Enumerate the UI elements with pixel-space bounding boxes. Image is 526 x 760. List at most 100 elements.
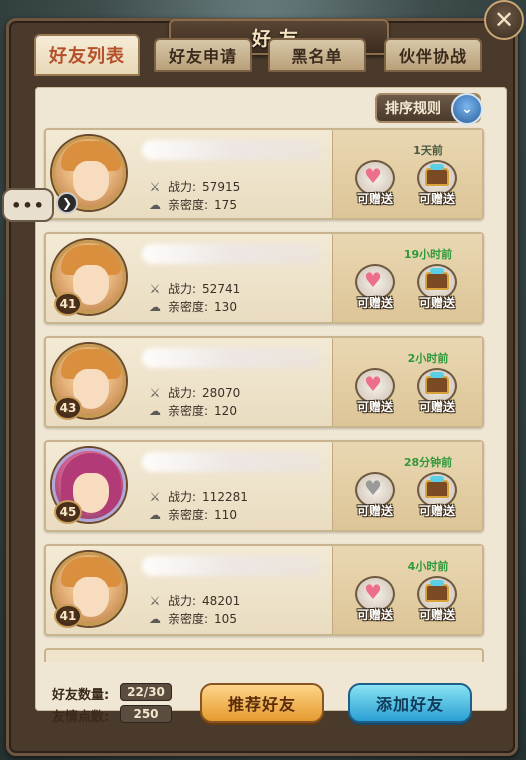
last-online: 19小时前: [403, 248, 453, 261]
friend-name-redacted: [142, 140, 322, 160]
sort-rules-button[interactable]: 排序规则 ⌄: [375, 93, 483, 125]
last-online: 4小时前: [407, 560, 449, 573]
close-button[interactable]: ✕: [484, 0, 524, 40]
tab-friend-requests[interactable]: 好友申请: [154, 38, 252, 72]
friend-count-label: 好友数量:: [52, 688, 110, 703]
treasure-chest-icon: [425, 164, 449, 186]
send-chest-button[interactable]: 可赠送: [414, 264, 460, 310]
crossed-swords-icon: ⚔: [149, 593, 161, 608]
send-chest-button[interactable]: 可赠送: [414, 368, 460, 414]
tab-label: 黑名单: [291, 47, 343, 66]
gift-label: 可赠送: [356, 504, 393, 518]
send-heart-button[interactable]: ♥ 可赠送: [352, 264, 398, 310]
intimacy-label: 亲密度:: [168, 300, 209, 314]
heart-icon: ♥: [364, 268, 382, 292]
friend-name-redacted: [142, 244, 322, 264]
friend-name-redacted: [142, 556, 322, 576]
level-badge: 43: [54, 396, 82, 420]
tab-label: 好友申请: [168, 47, 237, 66]
gift-label: 可赠送: [418, 296, 455, 310]
chevron-right-icon[interactable]: ❯: [56, 192, 78, 214]
power-label: 战力:: [168, 386, 197, 400]
tab-partner-assist[interactable]: 伙伴协战: [384, 38, 482, 72]
tab-friend-list[interactable]: 好友列表: [34, 34, 140, 76]
power-value: 48201: [202, 593, 241, 608]
intimacy-value: 175: [214, 197, 237, 212]
intimacy-label: 亲密度:: [168, 404, 209, 418]
intimacy-label: 亲密度:: [168, 612, 209, 626]
friend-row-5[interactable]: 41 ⚔ 战力: 48201 ☁ 亲密度: 105 4小时前 ♥ 可赠送 可赠送: [44, 544, 484, 636]
intimacy-stat: ☁ 亲密度: 105: [148, 610, 237, 627]
intimacy-value: 105: [214, 611, 237, 626]
last-online: 1天前: [413, 144, 443, 157]
power-value: 112281: [202, 489, 248, 504]
cloud-icon: ☁: [149, 611, 161, 626]
crossed-swords-icon: ⚔: [149, 179, 161, 194]
send-heart-button[interactable]: ♥ 可赠送: [352, 472, 398, 518]
friendship-points-label: 友情点数:: [52, 710, 110, 725]
power-stat: ⚔ 战力: 57915: [148, 178, 241, 195]
power-value: 52741: [202, 281, 241, 296]
add-friend-button[interactable]: 添加好友: [348, 683, 472, 723]
heart-icon: ♥: [364, 580, 382, 604]
tab-label: 伙伴协战: [398, 47, 467, 66]
intimacy-value: 110: [214, 507, 237, 522]
intimacy-stat: ☁ 亲密度: 110: [148, 506, 237, 523]
gift-label: 可赠送: [418, 400, 455, 414]
send-chest-button[interactable]: 可赠送: [414, 160, 460, 206]
tab-blacklist[interactable]: 黑名单: [268, 38, 366, 72]
send-chest-button[interactable]: 可赠送: [414, 576, 460, 622]
close-icon: ✕: [493, 6, 515, 34]
intimacy-label: 亲密度:: [168, 508, 209, 522]
send-heart-button[interactable]: ♥ 可赠送: [352, 576, 398, 622]
friend-row-partial: [44, 648, 484, 662]
heart-icon: ♥: [364, 164, 382, 188]
cloud-icon: ☁: [149, 507, 161, 522]
gift-label: 可赠送: [356, 608, 393, 622]
power-label: 战力:: [168, 282, 197, 296]
crossed-swords-icon: ⚔: [149, 281, 161, 296]
button-label: 添加好友: [375, 695, 444, 714]
power-stat: ⚔ 战力: 48201: [148, 592, 241, 609]
sort-label: 排序规则: [385, 101, 441, 117]
friend-row-4[interactable]: 45 ⚔ 战力: 112281 ☁ 亲密度: 110 28分钟前 ♥ 可赠送 可…: [44, 440, 484, 532]
power-stat: ⚔ 战力: 112281: [148, 488, 248, 505]
treasure-chest-icon: [425, 372, 449, 394]
friend-row-3[interactable]: 43 ⚔ 战力: 28070 ☁ 亲密度: 120 2小时前 ♥ 可赠送 可赠送: [44, 336, 484, 428]
button-label: 推荐好友: [227, 695, 296, 714]
power-stat: ⚔ 战力: 52741: [148, 280, 241, 297]
chevron-down-icon: ⌄: [451, 93, 483, 125]
gift-label: 可赠送: [356, 400, 393, 414]
intimacy-stat: ☁ 亲密度: 120: [148, 402, 237, 419]
heart-icon: ♥: [364, 372, 382, 396]
friend-name-redacted: [142, 348, 322, 368]
crossed-swords-icon: ⚔: [149, 385, 161, 400]
power-value: 57915: [202, 179, 241, 194]
send-chest-button[interactable]: 可赠送: [414, 472, 460, 518]
gift-label: 可赠送: [356, 296, 393, 310]
power-label: 战力:: [168, 490, 197, 504]
friendship-points-value: 250: [120, 705, 172, 723]
friend-row-1[interactable]: ⚔ 战力: 57915 ☁ 亲密度: 175 1天前 ♥ 可赠送 可赠送: [44, 128, 484, 220]
friend-count-value: 22/30: [120, 683, 172, 701]
friend-row-2[interactable]: 41 ⚔ 战力: 52741 ☁ 亲密度: 130 19小时前 ♥ 可赠送 可赠…: [44, 232, 484, 324]
gift-label: 可赠送: [418, 608, 455, 622]
level-badge: 41: [54, 292, 82, 316]
friend-name-redacted: [142, 452, 322, 472]
last-online: 2小时前: [407, 352, 449, 365]
treasure-chest-icon: [425, 476, 449, 498]
recommend-friends-button[interactable]: 推荐好友: [200, 683, 324, 723]
crossed-swords-icon: ⚔: [149, 489, 161, 504]
power-stat: ⚔ 战力: 28070: [148, 384, 241, 401]
power-value: 28070: [202, 385, 241, 400]
gift-label: 可赠送: [356, 192, 393, 206]
chat-bubble-button[interactable]: •••: [2, 188, 54, 222]
intimacy-value: 130: [214, 299, 237, 314]
send-heart-button[interactable]: ♥ 可赠送: [352, 368, 398, 414]
gift-label: 可赠送: [418, 504, 455, 518]
intimacy-stat: ☁ 亲密度: 175: [148, 196, 237, 213]
intimacy-label: 亲密度:: [168, 198, 209, 212]
intimacy-stat: ☁ 亲密度: 130: [148, 298, 237, 315]
power-label: 战力:: [168, 594, 197, 608]
send-heart-button[interactable]: ♥ 可赠送: [352, 160, 398, 206]
